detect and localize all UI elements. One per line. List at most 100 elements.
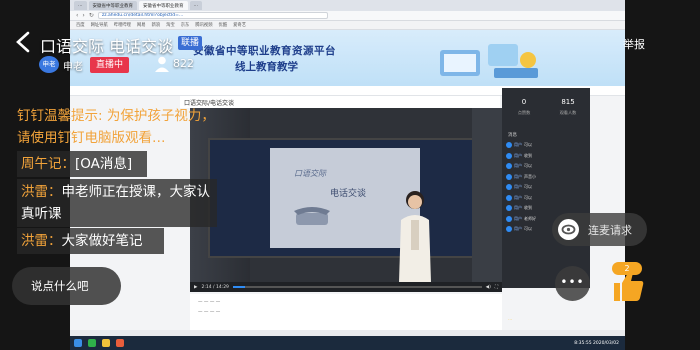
message-text: 声音小 [524,173,536,179]
message-user: 用户 [514,205,522,211]
comment-user: 洪雷： [21,184,62,200]
viewer-count: 822 [173,57,194,70]
system-tip: 钉钉温馨提示: 为保护孩子视力，请使用钉钉电脑版观看… [17,108,215,146]
banner-title: 安徽省中等职业教育资源平台 [193,45,336,57]
messages-title: 消息 [508,133,517,138]
message-avatar [506,173,512,180]
bookmark[interactable]: 网址导航 [91,22,108,28]
app-taskbar-icon[interactable] [116,339,124,347]
windows-taskbar: 8:35:55 2020/03/02 [70,336,625,350]
live-status-badge: 直播中 [90,57,130,73]
system-clock: 8:35:55 2020/03/02 [574,340,619,346]
message-avatar [506,142,512,149]
progress-fill [232,286,246,288]
bookmark[interactable]: 爱奇艺 [233,22,246,28]
host-name: 申老 [63,62,83,73]
message-text: 可以 [524,184,532,190]
browser-tab[interactable]: 安徽省中等职业教育 [88,1,137,10]
stat-label: 观看人数 [559,110,577,115]
folder-taskbar-icon[interactable] [102,339,110,347]
video-time: 2:14 / 14:29 [201,284,229,290]
comment-user: 周午记： [21,156,75,172]
host-avatar[interactable]: 申老 [39,56,59,73]
message-avatar [506,215,512,222]
message-user: 用户 [514,152,522,158]
browser-tabbar: … 安徽省中等职业教育 安徽省中等职业教育 … [70,0,625,11]
banner-subtitle: 线上教育教学 [235,61,298,73]
bookmark[interactable]: 京东 [181,22,190,28]
bookmark[interactable]: 哔哩哔哩 [114,22,131,28]
message-text: 老师好 [524,215,536,221]
breadcrumb-area: 口语交际/电话交谈 [180,96,500,108]
message-text: 可以 [524,163,532,169]
browser-tab[interactable]: 安徽省中等职业教育 [139,1,188,10]
browser-tab[interactable]: … [74,1,87,10]
bookmark[interactable]: 优酷 [219,22,228,28]
telephone-icon [294,207,330,225]
message-user: 用户 [514,184,522,190]
video-controls: ▶ 2:14 / 14:29 ◀) ⛶ [190,282,502,292]
bookmarks-bar: 百度 网址导航 哔哩哔哩 网易 新浪 淘宝 京东 腾讯视频 优酷 爱奇艺 [70,21,625,30]
chat-message: 用户 可以 [506,193,586,204]
back-arrow-icon[interactable] [14,31,32,53]
bookmark[interactable]: 腾讯视频 [195,22,212,28]
desktop-chat-panel: 0 点赞数 815 观看人数 消息 用户 可以 用户 收到 用户 可以 用户 声音小 用户 可以用… [502,88,590,321]
video-progress-bar[interactable] [232,286,482,288]
browser-tab[interactable]: … [189,1,202,10]
chat-message: 用户 声音小 [506,172,586,183]
more-options-button[interactable]: ••• [555,266,590,301]
link-mic-icon [558,219,579,240]
stats-row: 0 点赞数 815 观看人数 [502,94,590,122]
browser-taskbar-icon[interactable] [88,339,96,347]
refresh-icon[interactable]: ↻ [89,12,94,19]
board-text: 电话交谈 [330,189,367,199]
stat-value: 815 [561,98,575,106]
chat-message: 用户 可以 [506,182,586,193]
banner-illustration [440,44,538,78]
message-avatar [506,194,512,201]
message-user: 用户 [514,226,522,232]
play-icon[interactable]: ▶ [194,285,197,290]
message-user: 用户 [514,173,522,179]
bookmark[interactable]: 百度 [76,22,85,28]
stat-value: 0 [521,98,527,106]
message-user: 用户 [514,163,522,169]
forward-icon[interactable]: › [82,12,84,19]
comment: 周午记：[OA消息] [17,151,147,177]
comment: 洪雷：申老师正在授课，大家认真听课 [17,179,217,227]
viewer-person-icon [155,56,169,72]
message-text: 可以 [524,194,532,200]
comment: 洪雷：大家做好笔记 [17,228,164,254]
lesson-info: — — — — — — — — [190,294,502,330]
message-text: 可以 [524,142,532,148]
message-avatar [506,226,512,233]
bookmark[interactable]: 新浪 [152,22,161,28]
start-icon[interactable] [74,339,82,347]
message-user: 用户 [514,142,522,148]
chat-notice: … [508,316,513,321]
chat-message: 用户 收到 [506,151,586,162]
volume-icon[interactable]: ◀) [486,285,491,290]
live-stream-screen: … 安徽省中等职业教育 安徽省中等职业教育 … ‹ › ↻ zz.ahedu.c… [0,0,700,350]
comment-text: [OA消息] [75,156,133,172]
chat-message: 用户 收到 [506,203,586,214]
blackboard: 口语交际 电话交谈 [208,138,493,258]
back-icon[interactable]: ‹ [76,12,78,19]
message-user: 用户 [514,194,522,200]
lesson-video[interactable]: 口语交际 电话交谈 [190,108,502,282]
address-bar-row: ‹ › ↻ zz.ahedu.cn/detail.html?objectId=… [70,11,625,21]
comment-input[interactable]: 说点什么吧 [12,267,121,305]
message-avatar [506,163,512,170]
board-text: 口语交际 [294,169,326,178]
message-avatar [506,205,512,212]
bookmark[interactable]: 网易 [137,22,146,28]
stat-viewers: 815 观看人数 [546,94,590,122]
classroom-wall [472,108,502,282]
bookmark[interactable]: 淘宝 [166,22,175,28]
joint-broadcast-badge: 联播 [178,36,203,50]
url-field[interactable]: zz.ahedu.cn/detail.html?objectId=… [97,12,328,19]
message-text: 收到 [524,152,532,158]
stat-label: 点赞数 [517,110,531,115]
message-avatar [506,184,512,191]
fullscreen-icon[interactable]: ⛶ [495,284,498,290]
